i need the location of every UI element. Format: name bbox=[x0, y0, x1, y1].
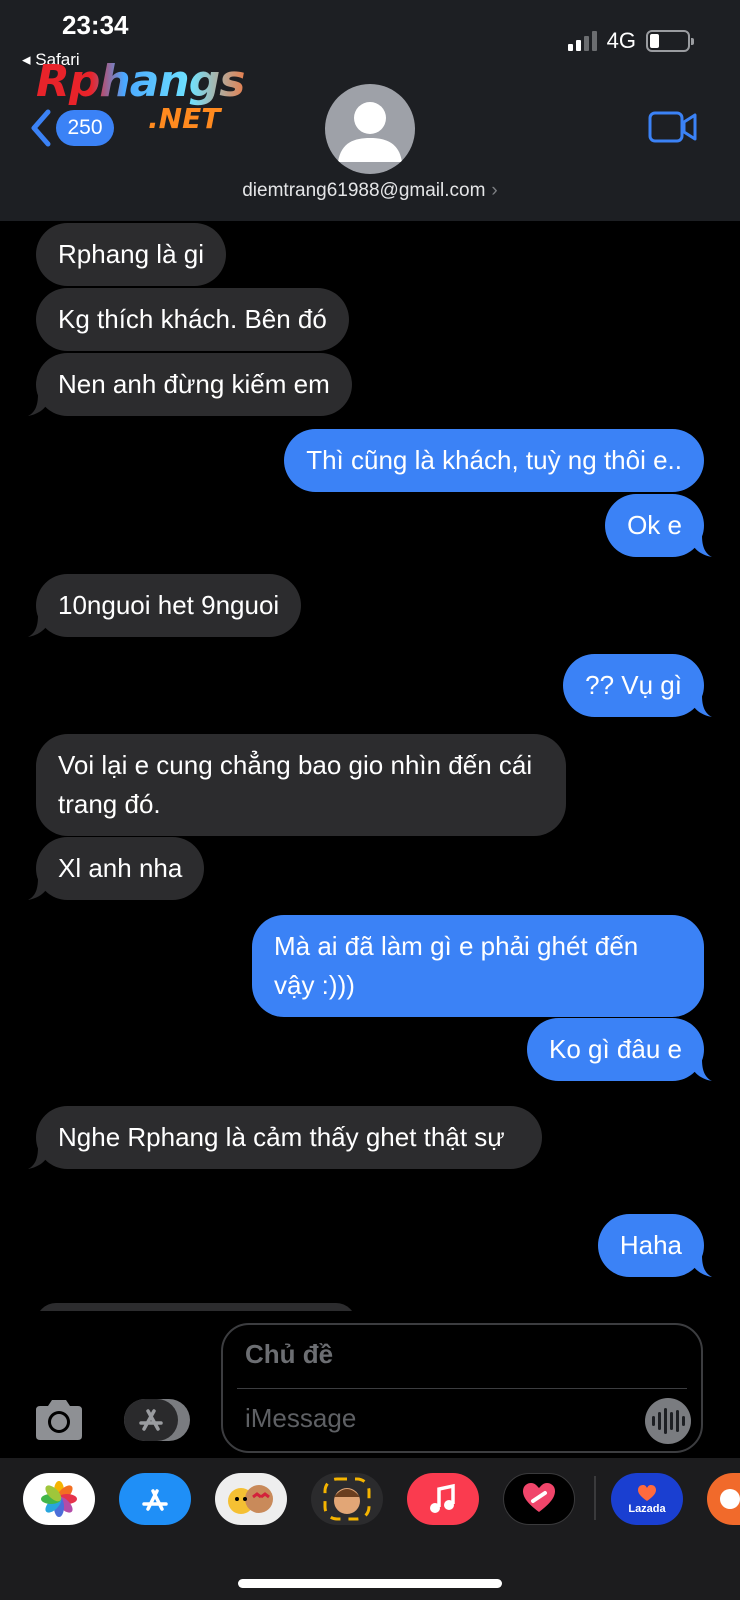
status-indicators: 4G bbox=[567, 28, 694, 54]
watermark-main: Rphangs bbox=[36, 58, 256, 106]
message-thread[interactable]: Rphang là gi Kg thích khách. Bên đó Nen … bbox=[0, 221, 740, 1311]
contact-chevron-icon: › bbox=[491, 180, 498, 201]
watermark-sub: .NET bbox=[148, 102, 221, 135]
message-composer[interactable]: Chủ đề iMessage bbox=[221, 1323, 703, 1453]
bubble-tail bbox=[28, 394, 50, 416]
message-incoming-partial[interactable] bbox=[36, 1303, 356, 1311]
contact-email: diemtrang61988@gmail.com bbox=[242, 180, 486, 201]
battery-icon bbox=[646, 30, 694, 52]
lazada-heart bbox=[638, 1484, 656, 1501]
memoji-stickers-icon[interactable] bbox=[215, 1473, 287, 1525]
app-store-icon bbox=[124, 1399, 178, 1441]
partial-app-glyph bbox=[720, 1489, 740, 1509]
person-icon bbox=[338, 102, 402, 162]
heart-glyph bbox=[523, 1483, 555, 1512]
audio-message-icon[interactable] bbox=[645, 1398, 691, 1444]
message-outgoing[interactable]: Ok e bbox=[605, 494, 712, 557]
music-note bbox=[430, 1483, 455, 1513]
subject-input[interactable]: Chủ đề bbox=[245, 1339, 333, 1370]
bubble-tail bbox=[28, 1147, 50, 1169]
lazada-icon[interactable]: Lazada bbox=[611, 1473, 683, 1525]
app-store-icon[interactable] bbox=[119, 1473, 191, 1525]
bubble-tail bbox=[28, 615, 50, 637]
home-indicator[interactable] bbox=[238, 1579, 502, 1588]
conversation-header: 23:34 ◂ Safari 4G Rphangs .NET 250 diemt… bbox=[0, 0, 740, 221]
app-store-drawer-button[interactable] bbox=[124, 1399, 190, 1441]
message-incoming[interactable]: Nen anh đừng kiếm em bbox=[28, 353, 352, 416]
photos-icon[interactable] bbox=[23, 1473, 95, 1525]
message-incoming[interactable]: 10nguoi het 9nguoi bbox=[28, 574, 302, 637]
message-outgoing[interactable]: Haha bbox=[597, 1214, 712, 1277]
message-incoming[interactable]: Voi lại e cung chẳng bao gio nhìn đến cá… bbox=[36, 734, 566, 836]
contact-name[interactable]: diemtrang61988@gmail.com › bbox=[0, 180, 740, 202]
camera-icon[interactable] bbox=[32, 1398, 86, 1442]
music-icon[interactable] bbox=[407, 1473, 479, 1525]
message-outgoing[interactable]: Mà ai đã làm gì e phải ghét đến vậy :))) bbox=[252, 915, 704, 1017]
lazada-label: Lazada bbox=[628, 1502, 666, 1515]
photos-flower bbox=[41, 1481, 77, 1517]
cellular-signal-icon bbox=[567, 31, 597, 51]
network-type: 4G bbox=[606, 28, 636, 53]
partial-app-icon[interactable] bbox=[707, 1473, 740, 1525]
bubble-tail bbox=[690, 1255, 712, 1277]
heart-digital-touch-icon[interactable] bbox=[503, 1473, 575, 1525]
status-time: 23:34 bbox=[62, 10, 129, 40]
memoji-face bbox=[323, 1477, 371, 1521]
message-incoming[interactable]: Nghe Rphang là cảm thấy ghet thật sự bbox=[28, 1106, 542, 1169]
message-outgoing[interactable]: ?? Vụ gì bbox=[563, 654, 712, 717]
drawer-separator bbox=[594, 1476, 596, 1520]
unread-count-badge[interactable]: 250 bbox=[56, 110, 114, 146]
composer-divider bbox=[237, 1388, 687, 1389]
bubble-tail bbox=[28, 878, 50, 900]
message-incoming[interactable]: Rphang là gi bbox=[36, 223, 226, 286]
message-outgoing[interactable]: Thì cũng là khách, tuỳ ng thôi e.. bbox=[284, 429, 704, 492]
memoji-icon[interactable] bbox=[311, 1473, 383, 1525]
emoji-faces bbox=[228, 1485, 273, 1514]
app-store-glyph bbox=[142, 1489, 168, 1511]
facetime-video-icon[interactable] bbox=[648, 110, 698, 144]
contact-avatar[interactable] bbox=[325, 84, 415, 174]
back-chevron-icon[interactable] bbox=[28, 108, 54, 148]
message-outgoing[interactable]: Ko gì đâu e bbox=[527, 1018, 712, 1081]
message-incoming[interactable]: Xl anh nha bbox=[28, 837, 205, 900]
bubble-tail bbox=[690, 1059, 712, 1081]
imessage-input[interactable]: iMessage bbox=[245, 1403, 356, 1434]
message-incoming[interactable]: Kg thích khách. Bên đó bbox=[36, 288, 349, 351]
bubble-tail bbox=[690, 535, 712, 557]
bubble-tail bbox=[690, 695, 712, 717]
imessage-app-drawer: Lazada bbox=[0, 1458, 740, 1600]
